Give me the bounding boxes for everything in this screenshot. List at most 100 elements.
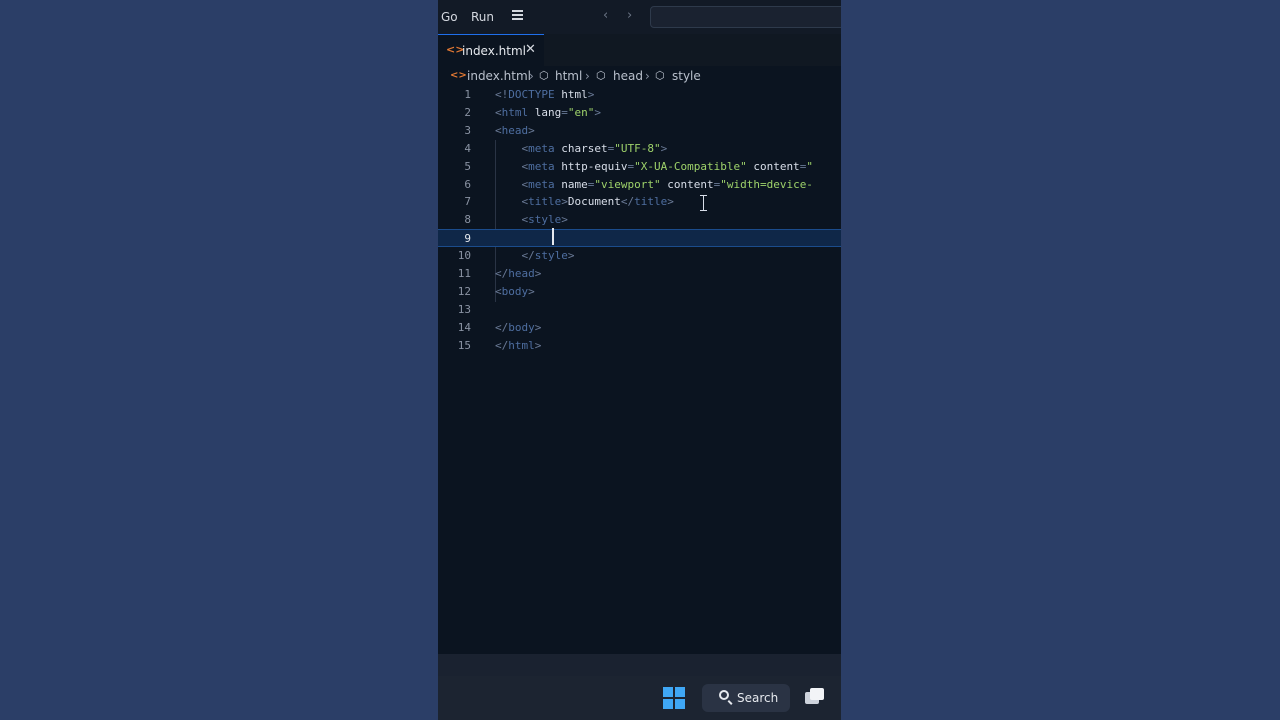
- code-token: >: [660, 141, 668, 155]
- code-token: </: [495, 267, 509, 280]
- line-code: </style>: [495, 247, 575, 265]
- code-token: =: [561, 105, 568, 119]
- line-number: 6: [464, 177, 471, 191]
- code-token: charset: [554, 141, 608, 155]
- code-token: head: [508, 267, 535, 280]
- code-token: "en": [567, 105, 595, 119]
- line-number: 15: [457, 338, 471, 352]
- code-line[interactable]: 8 <style>: [438, 211, 841, 229]
- line-number: 11: [457, 267, 471, 280]
- tab-label: index.html: [462, 44, 526, 58]
- menu-go[interactable]: Go: [441, 10, 458, 24]
- task-view-icon[interactable]: [805, 688, 825, 706]
- code-token: >: [594, 105, 601, 119]
- code-token: content: [660, 177, 714, 191]
- breadcrumb-html[interactable]: html: [555, 69, 582, 83]
- code-token: <: [495, 105, 502, 119]
- code-line[interactable]: 7 <title>Document</title>: [438, 193, 841, 211]
- line-code: [495, 230, 548, 248]
- breadcrumb-style[interactable]: style: [672, 69, 701, 83]
- code-token: </: [495, 338, 509, 352]
- code-line[interactable]: 11 </head>: [438, 265, 841, 283]
- code-token: head: [501, 123, 529, 137]
- line-code: </body>: [495, 319, 541, 337]
- breadcrumb-file[interactable]: index.html: [467, 69, 531, 83]
- line-number: 13: [457, 302, 471, 316]
- code-token: >: [534, 338, 542, 352]
- code-token: title: [528, 195, 562, 209]
- code-token: html: [554, 88, 588, 101]
- line-number: 12: [457, 284, 471, 298]
- code-token: lang: [528, 105, 562, 119]
- code-line[interactable]: 12 <body>: [438, 283, 841, 301]
- line-number: 1: [464, 88, 471, 101]
- taskbar-search-button[interactable]: Search: [702, 684, 790, 712]
- code-token: body: [501, 284, 529, 298]
- code-token: >: [667, 195, 674, 209]
- line-number: 4: [464, 141, 471, 155]
- code-token: DOCTYPE: [508, 88, 555, 101]
- code-token: <!: [495, 88, 509, 101]
- code-token: Document: [567, 195, 621, 209]
- code-token: body: [508, 320, 535, 334]
- code-line[interactable]: 14 </body>: [438, 319, 841, 337]
- menu-run[interactable]: Run: [471, 10, 494, 24]
- line-code: <meta http-equiv="X-UA-Compatible" conte…: [495, 158, 813, 176]
- line-number: 3: [464, 123, 471, 137]
- code-token: >: [528, 284, 535, 298]
- status-bar: [438, 654, 841, 676]
- code-token: content: [746, 159, 800, 173]
- code-token: meta: [528, 141, 555, 155]
- close-icon[interactable]: ✕: [525, 42, 536, 57]
- code-token: meta: [528, 159, 555, 173]
- hamburger-menu-icon[interactable]: [512, 10, 523, 21]
- code-line[interactable]: 4 <meta charset="UTF-8">: [438, 140, 841, 158]
- windows-logo-icon[interactable]: [663, 687, 685, 709]
- code-token: </: [620, 195, 635, 209]
- code-line[interactable]: 2 <html lang="en">: [438, 104, 841, 122]
- line-code: </head>: [495, 265, 541, 283]
- code-token: "width=device-: [720, 177, 813, 191]
- mobile-screen: Go Run ‹ › <> index.html ✕ <> index.html…: [438, 0, 841, 720]
- line-code: <title>Document</title>: [495, 193, 674, 211]
- code-token: >: [561, 195, 568, 209]
- code-line[interactable]: 15 </html>: [438, 337, 841, 355]
- search-icon: [719, 690, 729, 700]
- code-token: <: [495, 284, 502, 298]
- chevron-right-icon: ›: [585, 69, 590, 83]
- breadcrumb-head[interactable]: head: [613, 69, 643, 83]
- code-editor[interactable]: 1 <!DOCTYPE html> 2 <html lang="en"> 3 <head>…: [438, 86, 841, 654]
- chevron-right-icon[interactable]: ›: [627, 8, 632, 23]
- tab-index-html[interactable]: <> index.html ✕: [438, 34, 544, 66]
- chevron-right-icon: ›: [529, 69, 534, 83]
- code-token: >: [528, 123, 535, 137]
- line-number: 14: [457, 320, 471, 334]
- code-line[interactable]: 3 <head>: [438, 122, 841, 140]
- chevron-left-icon[interactable]: ‹: [603, 8, 608, 23]
- line-number: 8: [464, 213, 471, 227]
- editor-tab-bar: <> index.html ✕: [438, 34, 841, 66]
- code-line[interactable]: 6 <meta name="viewport" content="width=d…: [438, 176, 841, 194]
- code-line[interactable]: 5 <meta http-equiv="X-UA-Compatible" con…: [438, 158, 841, 176]
- code-token: >: [534, 267, 542, 280]
- code-token: style: [528, 213, 562, 227]
- html-file-icon: <>: [450, 70, 467, 81]
- code-token: "X-UA-Compatible": [634, 159, 747, 173]
- line-code: <meta name="viewport" content="width=dev…: [495, 176, 813, 194]
- command-center-search[interactable]: [650, 6, 841, 28]
- code-line[interactable]: 1 <!DOCTYPE html>: [438, 86, 841, 104]
- code-token: "viewport": [594, 177, 661, 191]
- line-code: <!DOCTYPE html>: [495, 86, 594, 104]
- text-cursor: [552, 228, 554, 245]
- line-code: <style>: [495, 211, 568, 229]
- code-token: style: [534, 249, 568, 263]
- code-line[interactable]: 13: [438, 301, 841, 319]
- code-line[interactable]: 9: [438, 229, 841, 248]
- code-token: <: [495, 123, 502, 137]
- code-line[interactable]: 10 </style>: [438, 247, 841, 265]
